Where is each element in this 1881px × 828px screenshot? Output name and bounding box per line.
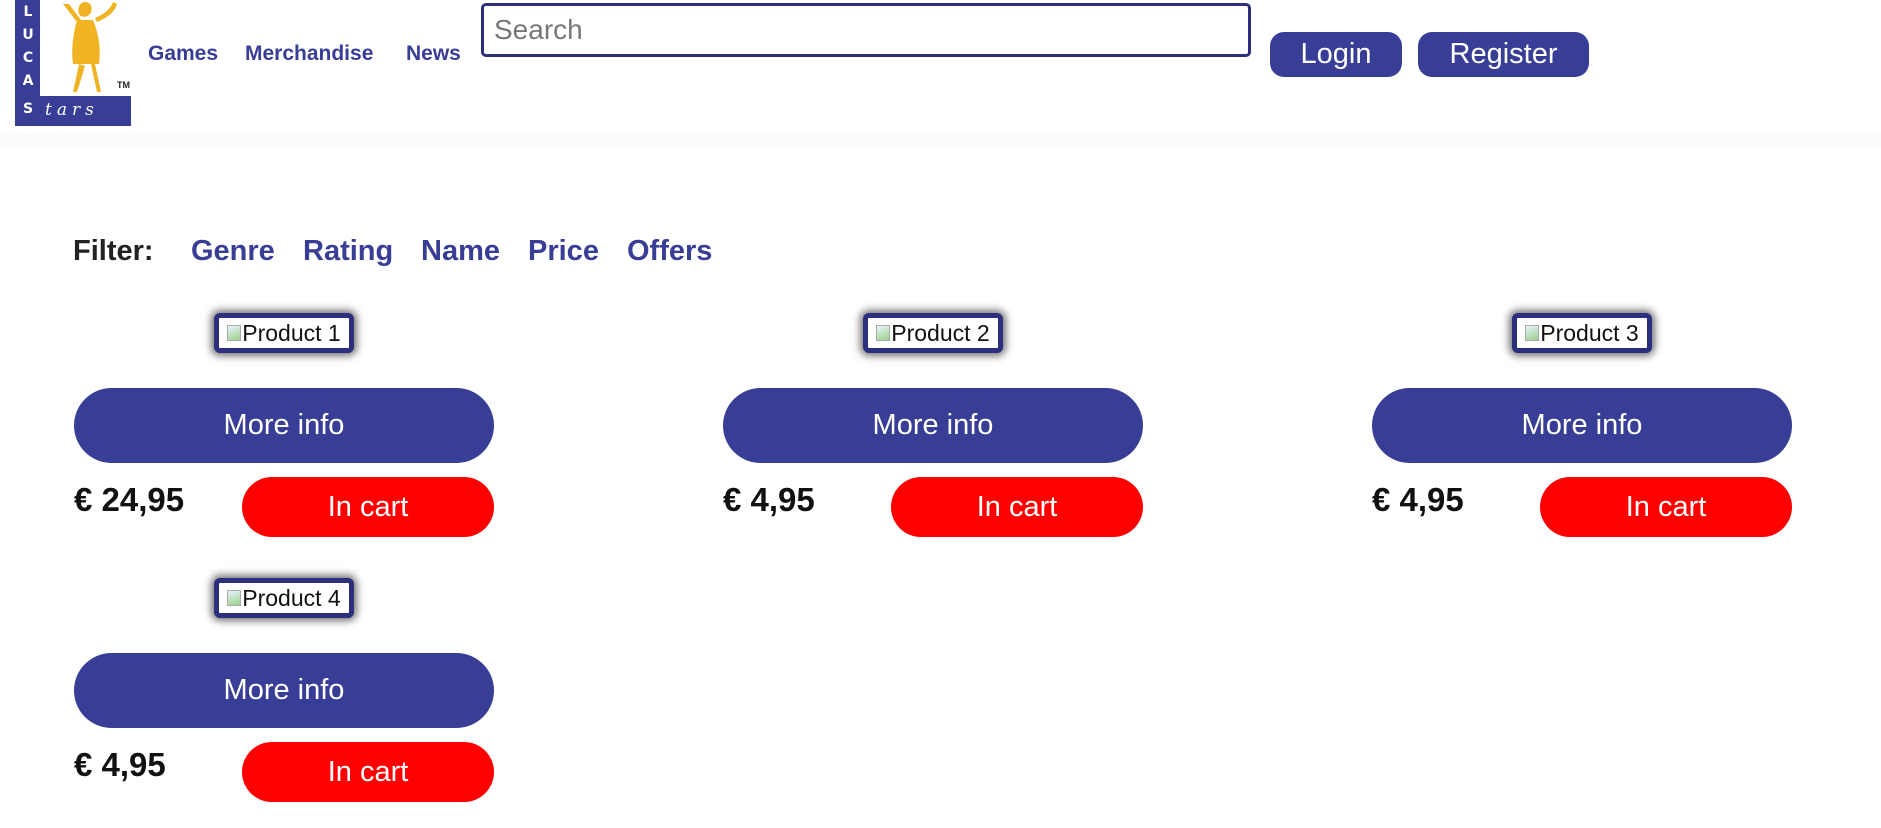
- logo-letter: S: [22, 101, 34, 117]
- filter-genre-link[interactable]: Genre: [191, 235, 275, 268]
- logo-letter: U: [22, 27, 34, 43]
- login-button[interactable]: Login: [1270, 32, 1402, 77]
- broken-image-icon: [227, 325, 242, 341]
- product-price: € 24,95: [74, 481, 185, 518]
- in-cart-button[interactable]: In cart: [891, 477, 1143, 537]
- nav-news-link[interactable]: News: [406, 42, 461, 66]
- logo-letter: L: [23, 4, 33, 20]
- product-image-alt: Product 1: [242, 319, 341, 346]
- product-price: € 4,95: [723, 481, 815, 518]
- product-price: € 4,95: [74, 746, 166, 783]
- in-cart-button[interactable]: In cart: [242, 742, 494, 802]
- more-info-button[interactable]: More info: [723, 388, 1143, 463]
- filter-price-link[interactable]: Price: [528, 235, 599, 268]
- more-info-button[interactable]: More info: [1372, 388, 1792, 463]
- filter-offers-link[interactable]: Offers: [627, 235, 712, 268]
- logo-wordmark: tars: [45, 100, 99, 120]
- product-price: € 4,95: [1372, 481, 1464, 518]
- logo-trademark: TM: [117, 80, 130, 90]
- in-cart-button[interactable]: In cart: [242, 477, 494, 537]
- filter-label: Filter:: [73, 235, 154, 267]
- search-input[interactable]: [481, 3, 1251, 57]
- logo-figure-icon: [63, 2, 117, 92]
- product-image[interactable]: Product 4: [214, 578, 354, 618]
- nav-merchandise-link[interactable]: Merchandise: [245, 42, 373, 66]
- logo-letter: C: [22, 50, 34, 66]
- register-button[interactable]: Register: [1418, 32, 1589, 77]
- broken-image-icon: [227, 590, 242, 606]
- in-cart-button[interactable]: In cart: [1540, 477, 1792, 537]
- product-image[interactable]: Product 2: [863, 313, 1003, 353]
- filter-rating-link[interactable]: Rating: [303, 235, 393, 268]
- product-card: Product 4 More info € 4,95 In cart: [74, 578, 494, 828]
- filter-name-link[interactable]: Name: [421, 235, 500, 268]
- broken-image-icon: [876, 325, 891, 341]
- product-card: Product 2 More info € 4,95 In cart: [723, 313, 1143, 563]
- product-image[interactable]: Product 1: [214, 313, 354, 353]
- site-header: L U C A S tars TM Games Merchandise News…: [0, 0, 1881, 132]
- more-info-button[interactable]: More info: [74, 653, 494, 728]
- header-divider: [0, 132, 1881, 148]
- product-card: Product 3 More info € 4,95 In cart: [1372, 313, 1792, 563]
- product-image-alt: Product 2: [891, 319, 990, 346]
- product-image-alt: Product 3: [1540, 319, 1639, 346]
- product-image-alt: Product 4: [242, 584, 341, 611]
- logo-letter: A: [22, 73, 34, 89]
- product-card: Product 1 More info € 24,95 In cart: [74, 313, 494, 563]
- nav-games-link[interactable]: Games: [148, 42, 218, 66]
- lucas-stars-logo[interactable]: L U C A S tars TM: [15, 0, 131, 126]
- product-image[interactable]: Product 3: [1512, 313, 1652, 353]
- broken-image-icon: [1525, 325, 1540, 341]
- more-info-button[interactable]: More info: [74, 388, 494, 463]
